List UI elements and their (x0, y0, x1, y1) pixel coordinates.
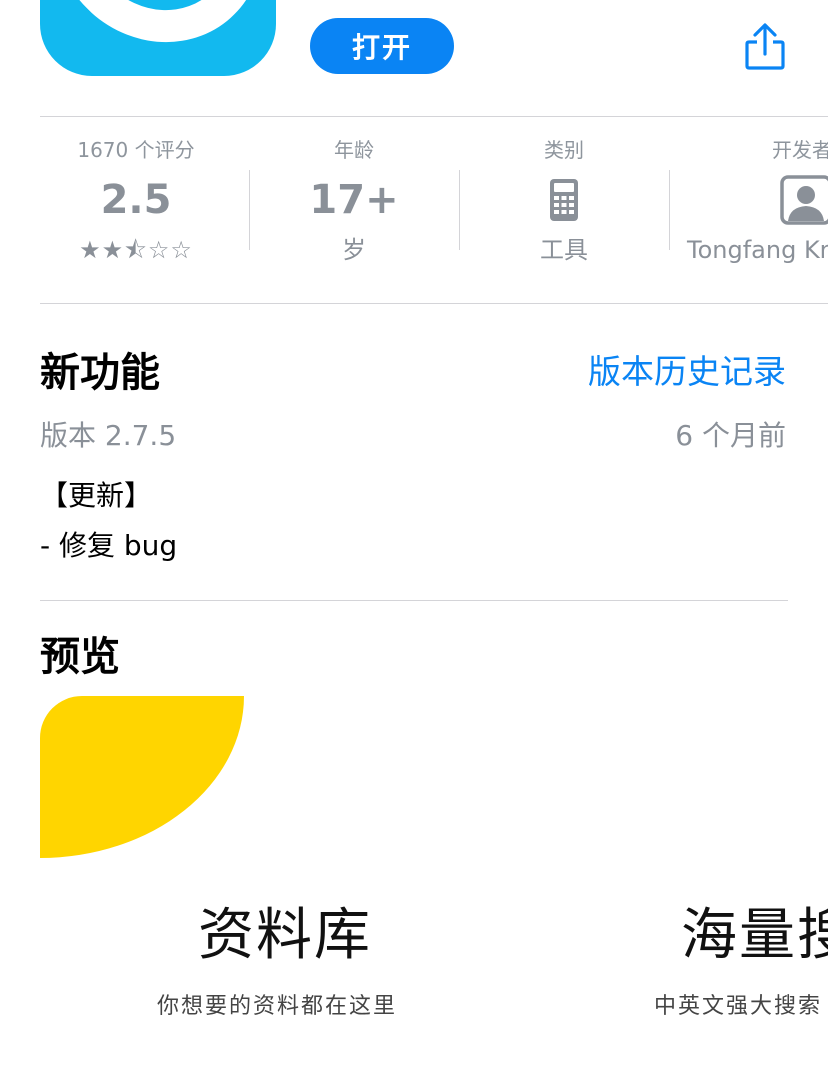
info-separator (249, 170, 250, 250)
ratings-count: 1670 个评分 (77, 138, 195, 162)
app-logo-ring (40, 0, 276, 76)
category-name: 工具 (540, 236, 588, 264)
category-column[interactable]: 类别 工具 (468, 130, 660, 280)
share-icon[interactable] (742, 22, 788, 72)
app-icon (40, 0, 276, 76)
screenshot-subtitle: 中英文强大搜索 (654, 994, 823, 1019)
version-history-link[interactable]: 版本历史记录 (588, 345, 786, 393)
developer-avatar-icon (780, 175, 828, 225)
calculator-icon (550, 179, 578, 221)
section-divider (40, 600, 788, 601)
age-unit: 岁 (342, 236, 366, 264)
top-divider (40, 116, 828, 117)
screenshot-subtitle: 你想要的资料都在这里 (157, 994, 398, 1019)
age-heading: 年龄 (334, 138, 374, 162)
release-note-line: 【更新】 (40, 479, 153, 512)
release-time: 6 个月前 (675, 419, 786, 452)
ratings-column[interactable]: 1670 个评分 2.5 ★★⯪☆☆ (40, 130, 232, 280)
developer-column[interactable]: 开发者 Tongfang Kn (678, 130, 828, 280)
whats-new-title: 新功能 (40, 350, 160, 396)
info-divider (40, 303, 828, 304)
preview-decoration (40, 696, 244, 858)
developer-name: Tongfang Kn (687, 236, 828, 264)
developer-heading: 开发者 (772, 138, 828, 162)
info-separator (459, 170, 460, 250)
open-button[interactable]: 打开 (310, 18, 454, 74)
age-rating: 17+ (309, 177, 399, 223)
release-note-line: - 修复 bug (40, 529, 178, 562)
version-label: 版本 2.7.5 (40, 419, 177, 452)
preview-carousel[interactable]: 资料库 你想要的资料都在这里 海量搜 中英文强大搜索 (40, 696, 828, 1074)
screenshot-title: 资料库 (198, 903, 372, 968)
screenshot-title: 海量搜 (681, 903, 828, 968)
info-separator (669, 170, 670, 250)
category-heading: 类别 (544, 138, 584, 162)
rating-stars: ★★⯪☆☆ (79, 236, 193, 264)
preview-title: 预览 (40, 634, 120, 680)
rating-value: 2.5 (100, 177, 172, 223)
age-column[interactable]: 年龄 17+ 岁 (258, 130, 450, 280)
